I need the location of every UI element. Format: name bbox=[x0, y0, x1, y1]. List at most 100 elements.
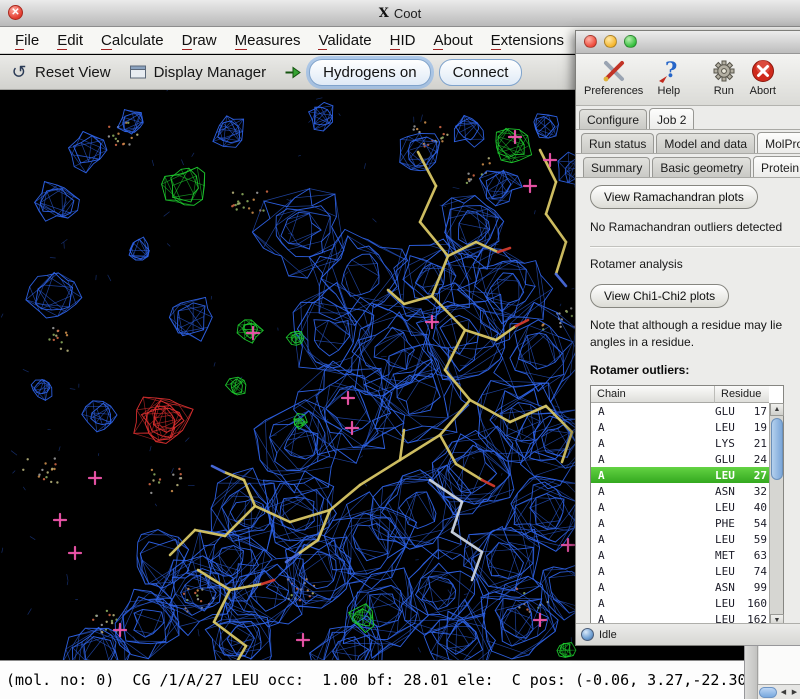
dialog-status-bar: Idle bbox=[576, 623, 800, 645]
background-window-content bbox=[759, 646, 800, 684]
abort-icon bbox=[749, 57, 776, 84]
menu-item-draw[interactable]: Draw bbox=[173, 32, 226, 49]
view-ramachandran-plots-button[interactable]: View Ramachandran plots bbox=[590, 185, 758, 209]
separator bbox=[590, 246, 800, 248]
menu-item-file[interactable]: File bbox=[6, 32, 48, 49]
residue-number-cell: 162 bbox=[745, 613, 769, 624]
main-titlebar[interactable]: ✕ X Coot bbox=[0, 0, 800, 27]
tab-configure[interactable]: Configure bbox=[579, 109, 647, 129]
table-row[interactable]: ALYS21 bbox=[591, 435, 769, 451]
hydrogens-on-button[interactable]: Hydrogens on bbox=[309, 59, 430, 86]
table-scroll-thumb[interactable] bbox=[771, 418, 783, 480]
preferences-icon bbox=[600, 57, 627, 84]
reset-view-button[interactable]: Reset View bbox=[35, 64, 111, 81]
menu-item-about[interactable]: About bbox=[424, 32, 481, 49]
tab-basic-geometry[interactable]: Basic geometry bbox=[652, 157, 751, 177]
tab-run-status[interactable]: Run status bbox=[581, 133, 654, 153]
section-tabs: SummaryBasic geometryProteinC bbox=[576, 154, 800, 178]
chain-cell: A bbox=[591, 405, 715, 418]
help-tool-button[interactable]: ?Help bbox=[655, 57, 682, 97]
menu-item-extensions[interactable]: Extensions bbox=[482, 32, 573, 49]
run-icon bbox=[710, 57, 737, 84]
tab-job-2[interactable]: Job 2 bbox=[649, 108, 694, 129]
dialog-titlebar[interactable] bbox=[576, 31, 800, 54]
chain-cell: A bbox=[591, 501, 715, 514]
scroll-right-arrow-icon[interactable]: ▶ bbox=[789, 686, 800, 699]
residue-name-cell: LEU bbox=[715, 501, 745, 514]
residue-name-cell: LEU bbox=[715, 565, 745, 578]
table-row[interactable]: ALEU162 bbox=[591, 611, 769, 623]
table-scrollbar[interactable]: ▲ ▼ bbox=[769, 403, 783, 623]
molprobity-dialog: Preferences ?Help Run Abort ConfigureJob 2 R… bbox=[575, 30, 800, 646]
preferences-tool-button[interactable]: Preferences bbox=[584, 57, 643, 97]
menu-item-measures[interactable]: Measures bbox=[226, 32, 310, 49]
background-vertical-scrollbar[interactable] bbox=[745, 646, 758, 699]
chain-cell: A bbox=[591, 581, 715, 594]
tab-model-and-data[interactable]: Model and data bbox=[656, 133, 755, 153]
display-manager-icon[interactable] bbox=[127, 61, 149, 83]
menu-item-validate[interactable]: Validate bbox=[309, 32, 380, 49]
table-row[interactable]: ALEU19 bbox=[591, 419, 769, 435]
table-row[interactable]: ALEU160 bbox=[591, 595, 769, 611]
residue-number-cell: 24 bbox=[745, 453, 769, 466]
residue-name-cell: LEU bbox=[715, 613, 745, 624]
table-row[interactable]: AGLU24 bbox=[591, 451, 769, 467]
table-row[interactable]: ALEU27 bbox=[591, 467, 769, 483]
scroll-left-arrow-icon[interactable]: ◀ bbox=[778, 686, 789, 699]
dialog-close-button[interactable] bbox=[584, 35, 597, 48]
dialog-minimize-button[interactable] bbox=[604, 35, 617, 48]
connect-button[interactable]: Connect bbox=[439, 59, 523, 86]
column-header-chain[interactable]: Chain bbox=[591, 386, 715, 403]
chain-cell: A bbox=[591, 565, 715, 578]
residue-name-cell: LEU bbox=[715, 597, 745, 610]
background-horizontal-scrollbar[interactable]: ◀ ▶ bbox=[758, 684, 800, 699]
residue-name-cell: LEU bbox=[715, 469, 745, 482]
reset-view-icon[interactable]: ↺ bbox=[8, 61, 30, 83]
tab-molprobity[interactable]: MolProbity bbox=[757, 132, 800, 153]
abort-tool-button[interactable]: Abort bbox=[749, 57, 776, 97]
column-header-residue[interactable]: Residue bbox=[715, 386, 769, 403]
apply-arrow-icon[interactable] bbox=[282, 61, 304, 83]
dialog-zoom-button[interactable] bbox=[624, 35, 637, 48]
chain-cell: A bbox=[591, 517, 715, 530]
menu-item-edit[interactable]: Edit bbox=[48, 32, 92, 49]
rotamer-note-line1: Note that although a residue may lie bbox=[590, 318, 800, 332]
scroll-down-arrow-icon[interactable]: ▼ bbox=[770, 614, 784, 623]
residue-number-cell: 27 bbox=[745, 469, 769, 482]
run-tool-button[interactable]: Run bbox=[710, 57, 737, 97]
chain-cell: A bbox=[591, 597, 715, 610]
table-row[interactable]: APHE54 bbox=[591, 515, 769, 531]
view-chi1-chi2-plots-button[interactable]: View Chi1-Chi2 plots bbox=[590, 284, 729, 308]
rotamer-outliers-label: Rotamer outliers: bbox=[590, 363, 800, 377]
table-row[interactable]: AGLU17 bbox=[591, 403, 769, 419]
dialog-status-text: Idle bbox=[599, 629, 617, 641]
job-tabs: ConfigureJob 2 bbox=[576, 106, 800, 130]
tab-protein[interactable]: Protein bbox=[753, 156, 800, 177]
display-manager-button[interactable]: Display Manager bbox=[154, 64, 267, 81]
chain-cell: A bbox=[591, 453, 715, 466]
x11-icon: X bbox=[379, 6, 389, 21]
residue-number-cell: 32 bbox=[745, 485, 769, 498]
tool-label: Abort bbox=[750, 85, 776, 97]
table-row[interactable]: ALEU40 bbox=[591, 499, 769, 515]
menu-item-hid[interactable]: HID bbox=[381, 32, 425, 49]
tab-summary[interactable]: Summary bbox=[583, 157, 650, 177]
menu-item-calculate[interactable]: Calculate bbox=[92, 32, 173, 49]
table-row[interactable]: ALEU59 bbox=[591, 531, 769, 547]
rotamer-note-line2: angles in a residue. bbox=[590, 335, 800, 349]
residue-name-cell: ASN bbox=[715, 581, 745, 594]
table-row[interactable]: AMET63 bbox=[591, 547, 769, 563]
residue-number-cell: 21 bbox=[745, 437, 769, 450]
scroll-up-arrow-icon[interactable]: ▲ bbox=[770, 403, 784, 416]
chain-cell: A bbox=[591, 437, 715, 450]
table-row[interactable]: AASN32 bbox=[591, 483, 769, 499]
table-row[interactable]: AASN99 bbox=[591, 579, 769, 595]
table-row[interactable]: ALEU74 bbox=[591, 563, 769, 579]
horizontal-scroll-thumb[interactable] bbox=[759, 687, 777, 698]
residue-number-cell: 17 bbox=[745, 405, 769, 418]
rotamer-analysis-label: Rotamer analysis bbox=[590, 257, 800, 271]
residue-name-cell: LEU bbox=[715, 533, 745, 546]
residue-name-cell: LEU bbox=[715, 421, 745, 434]
svg-text:?: ? bbox=[665, 58, 677, 82]
chain-cell: A bbox=[591, 485, 715, 498]
